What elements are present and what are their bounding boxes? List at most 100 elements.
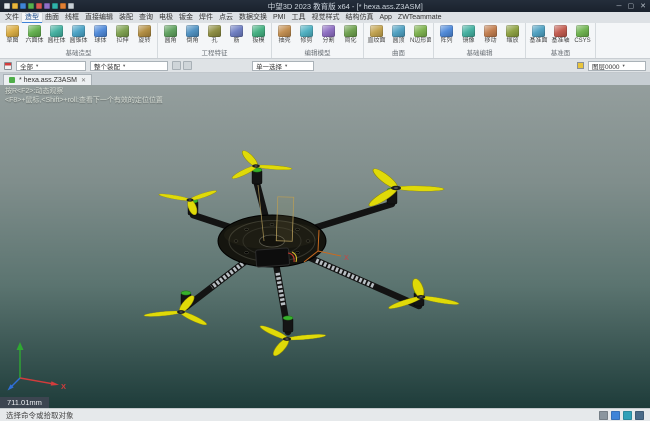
ribbon-tool[interactable]: 旋转 xyxy=(134,24,155,49)
ribbon-tool[interactable]: 倒角 xyxy=(182,24,203,49)
layer-dropdown[interactable]: 图层0000 ▾ xyxy=(588,61,646,71)
menu-tab[interactable]: 工具 xyxy=(288,13,308,23)
help-icon[interactable] xyxy=(68,3,74,9)
close-tab-icon[interactable]: ✕ xyxy=(81,77,86,84)
ribbon: 草图 六面体 圆柱体 圆锥体 球体 拉伸 xyxy=(0,23,650,59)
new-file-icon[interactable] xyxy=(4,3,10,9)
tool-label: 直纹面 xyxy=(367,37,385,45)
assembly-file-icon xyxy=(9,77,15,83)
layer-value: 图层0000 xyxy=(592,61,619,71)
window-controls: ─ ▢ ✕ xyxy=(617,3,646,10)
open-file-icon[interactable] xyxy=(12,3,18,9)
ribbon-tool[interactable]: 草图 xyxy=(2,24,23,49)
tool-icon xyxy=(344,25,357,37)
x-axis-label: X xyxy=(61,382,66,391)
tool-label: CSYS xyxy=(574,37,590,45)
maximize-button[interactable]: ▢ xyxy=(628,3,635,10)
ribbon-tool[interactable]: 孔 xyxy=(204,24,225,49)
ribbon-tool[interactable]: 筋 xyxy=(226,24,247,49)
menu-tab[interactable]: PMI xyxy=(270,13,288,23)
ribbon-tool[interactable]: 直纹面 xyxy=(366,24,387,49)
ribbon-tool[interactable]: 圆锥体 xyxy=(68,24,89,49)
ribbon-tool[interactable]: 移动 xyxy=(480,24,501,49)
filter-dropdown[interactable]: 全部 ▾ xyxy=(16,61,86,71)
tool-icon xyxy=(72,25,85,37)
ribbon-tool[interactable]: 圆顶 xyxy=(388,24,409,49)
ribbon-tool[interactable]: 分割 xyxy=(318,24,339,49)
ribbon-tool[interactable]: 拔模 xyxy=(248,24,269,49)
ribbon-tool[interactable]: 基准面 xyxy=(528,24,549,49)
tool-icon xyxy=(164,25,177,37)
undo-icon[interactable] xyxy=(28,3,34,9)
ribbon-tool[interactable]: N边形面 xyxy=(410,24,431,49)
save-icon[interactable] xyxy=(20,3,26,9)
menu-tab[interactable]: 曲面 xyxy=(42,13,62,23)
tool-icon xyxy=(6,25,19,37)
menu-tab[interactable]: App xyxy=(376,13,394,23)
menu-tab[interactable]: 结构仿真 xyxy=(342,13,376,23)
ribbon-tool[interactable]: 修剪 xyxy=(296,24,317,49)
settings-icon[interactable] xyxy=(60,3,66,9)
tool-icon xyxy=(322,25,335,37)
menu-tab[interactable]: 线框 xyxy=(62,13,82,23)
render-mode-icon[interactable] xyxy=(635,411,644,420)
menu-tab[interactable]: 点云 xyxy=(216,13,236,23)
ribbon-tool[interactable]: 基准轴 xyxy=(550,24,571,49)
tool-icon xyxy=(94,25,107,37)
tool-icon xyxy=(138,25,151,37)
3d-viewport[interactable]: X 按R<F2>:动态观察 xyxy=(0,85,650,408)
tool-icon xyxy=(208,25,221,37)
ribbon-tool[interactable]: 圆角 xyxy=(160,24,181,49)
ribbon-group-basic-shapes: 草图 六面体 圆柱体 圆锥体 球体 拉伸 xyxy=(0,23,158,58)
print-icon[interactable] xyxy=(44,3,50,9)
menu-tab[interactable]: 电极 xyxy=(156,13,176,23)
menu-tab[interactable]: 装配 xyxy=(116,13,136,23)
tool-label: 旋转 xyxy=(138,37,150,45)
menu-tab[interactable]: 数据交换 xyxy=(236,13,270,23)
entity-filter-icon[interactable] xyxy=(4,62,12,70)
tool-label: 圆柱体 xyxy=(47,37,65,45)
ribbon-tool[interactable]: 六面体 xyxy=(24,24,45,49)
ribbon-tab-bar: 文件造型曲面线框直接编辑装配查询电极钣金焊件点云数据交换PMI工具视觉样式结构仿… xyxy=(0,12,650,23)
layer-display-icon[interactable] xyxy=(623,411,632,420)
menu-tab[interactable]: 造型 xyxy=(22,13,42,23)
tool-label: N边形面 xyxy=(410,37,431,45)
ribbon-tool[interactable]: 球体 xyxy=(90,24,111,49)
ribbon-tool[interactable]: 抽壳 xyxy=(274,24,295,49)
minimize-button[interactable]: ─ xyxy=(617,3,622,10)
ribbon-group-label: 基础造型 xyxy=(2,49,155,58)
menu-tab[interactable]: 焊件 xyxy=(196,13,216,23)
document-tab-active[interactable]: * hexa.ass.Z3ASM ✕ xyxy=(3,74,92,85)
close-button[interactable]: ✕ xyxy=(640,3,646,10)
menu-tab[interactable]: 直接编辑 xyxy=(82,13,116,23)
ribbon-tool[interactable]: 简化 xyxy=(340,24,361,49)
layer-color-icon[interactable] xyxy=(577,62,584,69)
view-icon[interactable] xyxy=(52,3,58,9)
redo-icon[interactable] xyxy=(36,3,42,9)
status-bar: 选择命令或拾取对象 xyxy=(0,408,650,421)
pick-filter-icon[interactable] xyxy=(172,61,181,70)
ribbon-tool[interactable]: 拉伸 xyxy=(112,24,133,49)
ribbon-tool[interactable]: CSYS xyxy=(572,24,593,49)
ribbon-group-surface: 直纹面 圆顶 N边形面 曲面 xyxy=(364,23,434,58)
scope-dropdown[interactable]: 整个装配 ▾ xyxy=(90,61,168,71)
menu-tab[interactable]: 查询 xyxy=(136,13,156,23)
menu-tab[interactable]: 视觉样式 xyxy=(308,13,342,23)
ribbon-tool[interactable]: 阵列 xyxy=(436,24,457,49)
tool-label: 圆锥体 xyxy=(69,37,87,45)
tool-icon xyxy=(532,25,545,37)
pick-mode-dropdown[interactable]: 单一选择 ▾ xyxy=(252,61,314,71)
menu-tab[interactable]: ZWTeammate xyxy=(395,13,445,23)
menu-tab[interactable]: 钣金 xyxy=(176,13,196,23)
hexacopter-drone-model[interactable]: X xyxy=(0,85,650,408)
ribbon-tool[interactable]: 镜像 xyxy=(458,24,479,49)
chevron-down-icon: ▾ xyxy=(36,63,38,69)
color-picker-icon[interactable] xyxy=(183,61,192,70)
menu-tab[interactable]: 文件 xyxy=(2,13,22,23)
svg-text:X: X xyxy=(344,255,349,262)
tool-icon xyxy=(462,25,475,37)
ribbon-tool[interactable]: 缩放 xyxy=(502,24,523,49)
grid-snap-icon[interactable] xyxy=(611,411,620,420)
ribbon-tool[interactable]: 圆柱体 xyxy=(46,24,67,49)
message-log-icon[interactable] xyxy=(599,411,608,420)
